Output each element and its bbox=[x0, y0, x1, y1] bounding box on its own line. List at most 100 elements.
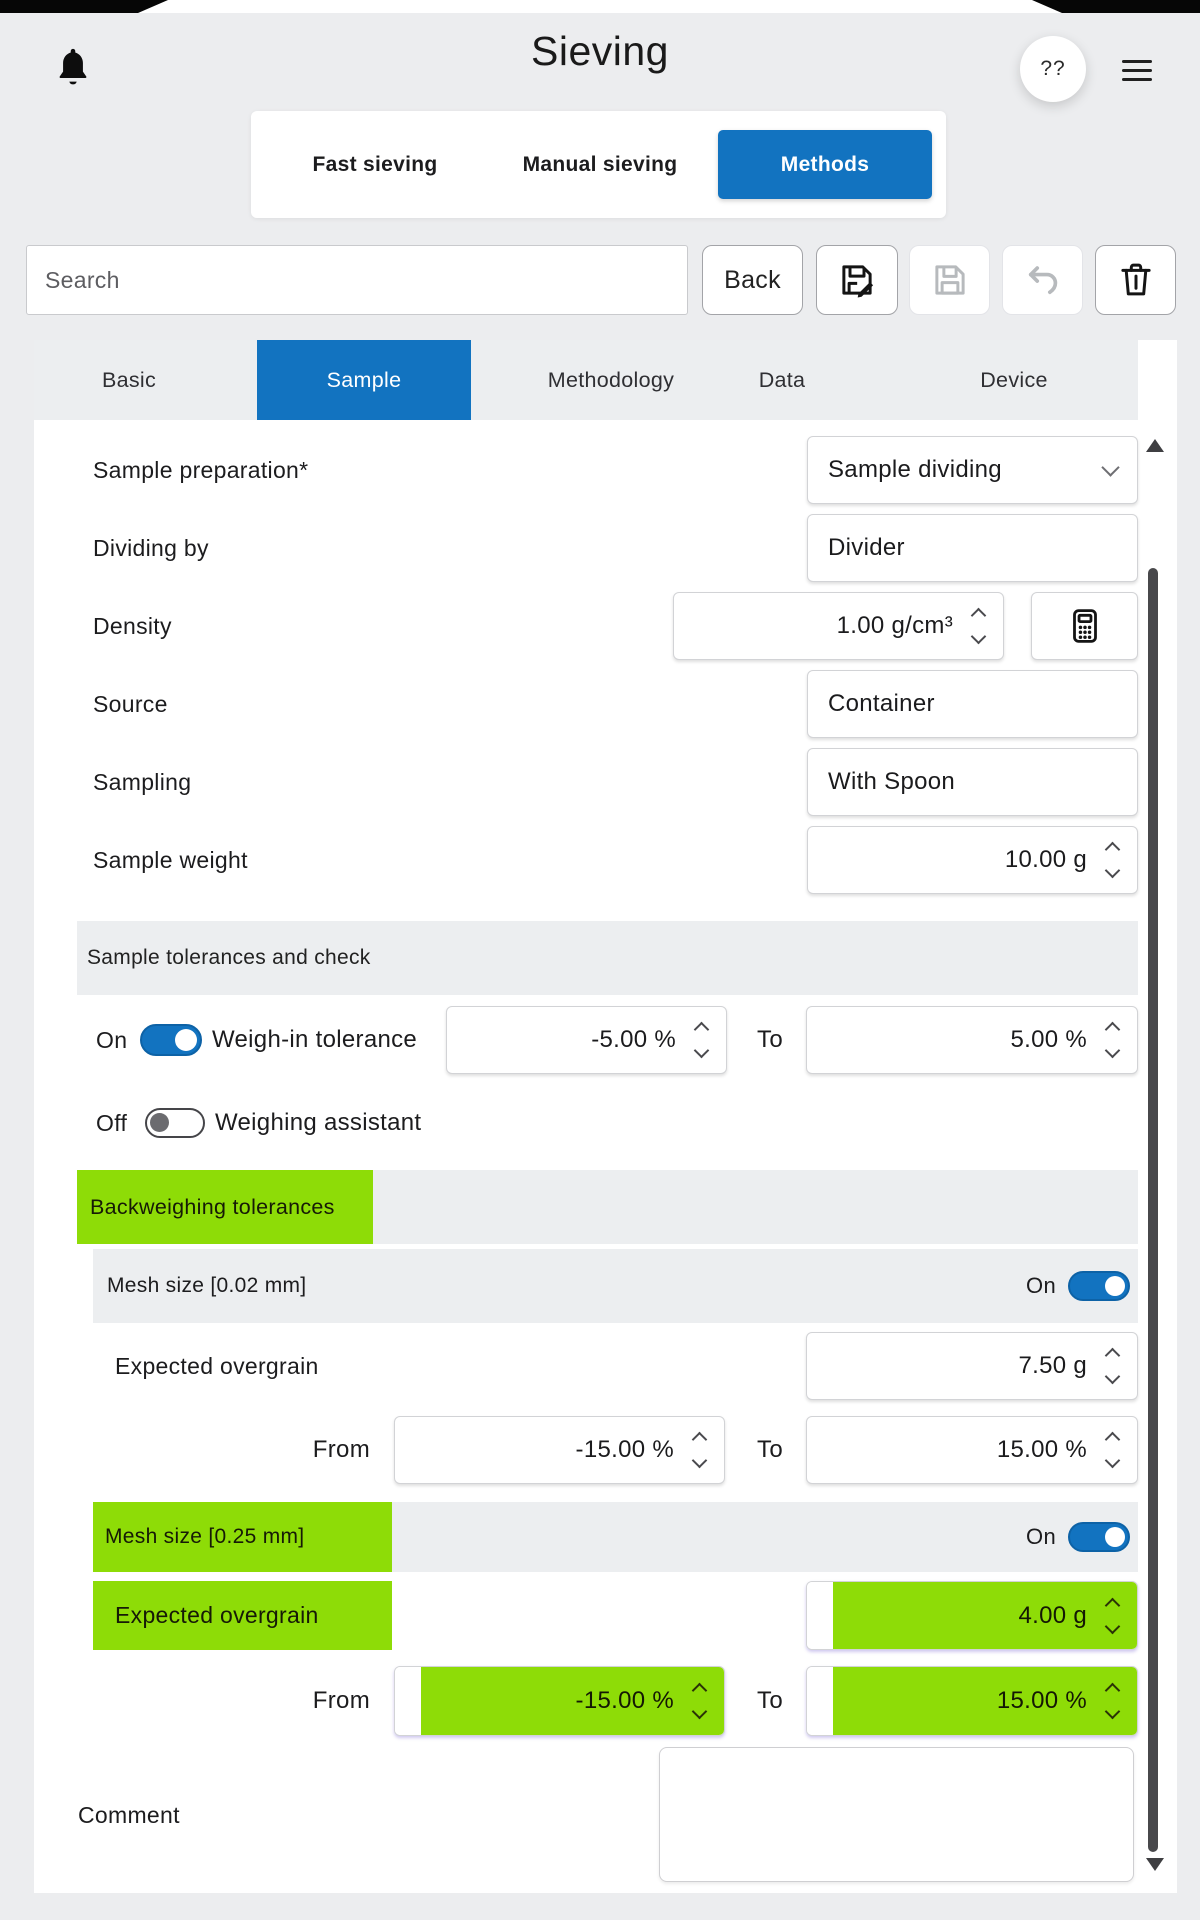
tab-device[interactable]: Device bbox=[934, 340, 1094, 420]
stepper-up-icon[interactable] bbox=[691, 1432, 707, 1448]
help-button[interactable]: ?? bbox=[1020, 36, 1086, 102]
stepper-down-icon[interactable] bbox=[691, 1704, 707, 1720]
toggle-knob bbox=[1105, 1527, 1125, 1547]
mesh2-from-label: From bbox=[214, 1666, 370, 1736]
stepper-up-icon[interactable] bbox=[1104, 1432, 1120, 1448]
toggle-knob bbox=[175, 1029, 197, 1051]
mesh1-label: Mesh size [0.02 mm] bbox=[107, 1274, 306, 1298]
sampling-select[interactable]: With Spoon bbox=[807, 748, 1138, 816]
tab-fast-sieving[interactable]: Fast sieving bbox=[295, 111, 455, 218]
sample-preparation-select[interactable]: Sample dividing bbox=[807, 436, 1138, 504]
weigh-in-from-value: -5.00 % bbox=[447, 1026, 682, 1054]
stepper-down-icon[interactable] bbox=[1104, 1043, 1120, 1059]
density-calculator-button[interactable] bbox=[1031, 592, 1138, 660]
source-value: Container bbox=[808, 690, 1137, 718]
sample-tolerances-section-header: Sample tolerances and check bbox=[77, 921, 1138, 995]
tab-data[interactable]: Data bbox=[722, 340, 842, 420]
comment-input[interactable] bbox=[659, 1747, 1134, 1882]
mesh1-to-input[interactable]: 15.00 % bbox=[806, 1416, 1138, 1484]
stepper-up-icon[interactable] bbox=[970, 608, 986, 624]
density-input[interactable]: 1.00 g/cm³ bbox=[673, 592, 1004, 660]
scroll-up-icon[interactable] bbox=[1146, 439, 1164, 452]
tab-basic[interactable]: Basic bbox=[69, 340, 189, 420]
mesh1-state-label: On bbox=[1026, 1273, 1056, 1299]
mesh2-overgrain-value: 4.00 g bbox=[833, 1602, 1093, 1630]
stepper-down-icon[interactable] bbox=[970, 629, 986, 645]
stepper-up-icon[interactable] bbox=[1104, 842, 1120, 858]
main-tab-bar: Fast sieving Manual sieving Methods bbox=[251, 111, 946, 218]
field-white-strip bbox=[807, 1667, 833, 1735]
mesh2-to-input[interactable]: 15.00 % bbox=[806, 1666, 1138, 1736]
mesh2-state-label: On bbox=[1026, 1524, 1056, 1550]
mesh1-to-stepper[interactable] bbox=[1093, 1434, 1137, 1466]
weigh-in-to-stepper[interactable] bbox=[1093, 1024, 1137, 1056]
scrollbar-thumb[interactable] bbox=[1148, 568, 1158, 1852]
mesh1-overgrain-value: 7.50 g bbox=[807, 1352, 1093, 1380]
tab-methodology[interactable]: Methodology bbox=[521, 340, 701, 420]
weigh-in-tolerance-toggle[interactable] bbox=[140, 1024, 202, 1056]
source-label: Source bbox=[93, 670, 168, 738]
weighing-assistant-toggle[interactable] bbox=[145, 1108, 205, 1138]
stepper-up-icon[interactable] bbox=[693, 1022, 709, 1038]
sample-weight-input[interactable]: 10.00 g bbox=[807, 826, 1138, 894]
mesh1-overgrain-stepper[interactable] bbox=[1093, 1350, 1137, 1382]
stepper-down-icon[interactable] bbox=[1104, 863, 1120, 879]
weigh-in-to-input[interactable]: 5.00 % bbox=[806, 1006, 1138, 1074]
stepper-up-icon[interactable] bbox=[691, 1683, 707, 1699]
sampling-label: Sampling bbox=[93, 748, 191, 816]
mesh2-toggle[interactable] bbox=[1068, 1522, 1130, 1552]
mesh2-to-stepper[interactable] bbox=[1093, 1685, 1137, 1717]
save-edit-icon bbox=[836, 259, 878, 301]
method-editor-panel: Basic Sample Methodology Data Device Sam… bbox=[34, 340, 1177, 1893]
sample-weight-label: Sample weight bbox=[93, 826, 248, 894]
stepper-up-icon[interactable] bbox=[1104, 1348, 1120, 1364]
sample-preparation-value: Sample dividing bbox=[808, 456, 1104, 484]
weighing-assistant-label: Weighing assistant bbox=[215, 1089, 421, 1157]
stepper-up-icon[interactable] bbox=[1104, 1597, 1120, 1613]
stepper-down-icon[interactable] bbox=[1104, 1369, 1120, 1385]
search-input[interactable] bbox=[26, 245, 688, 315]
sub-tab-bar: Basic Sample Methodology Data Device bbox=[34, 340, 1138, 420]
mesh1-from-label: From bbox=[214, 1416, 370, 1484]
chevron-down-icon bbox=[1101, 458, 1119, 476]
mesh1-from-input[interactable]: -15.00 % bbox=[394, 1416, 725, 1484]
stepper-down-icon[interactable] bbox=[1104, 1453, 1120, 1469]
mesh2-from-stepper[interactable] bbox=[680, 1685, 724, 1717]
stepper-down-icon[interactable] bbox=[1104, 1618, 1120, 1634]
mesh2-overgrain-input[interactable]: 4.00 g bbox=[806, 1581, 1138, 1650]
weigh-in-to-value: 5.00 % bbox=[807, 1026, 1093, 1054]
stepper-up-icon[interactable] bbox=[1104, 1683, 1120, 1699]
density-stepper[interactable] bbox=[959, 610, 1003, 642]
hamburger-menu-icon[interactable] bbox=[1122, 60, 1152, 81]
dividing-by-select[interactable]: Divider bbox=[807, 514, 1138, 582]
source-select[interactable]: Container bbox=[807, 670, 1138, 738]
backweighing-section-header: Backweighing tolerances bbox=[77, 1170, 1138, 1244]
stepper-up-icon[interactable] bbox=[1104, 1022, 1120, 1038]
app-window: Sieving ?? Fast sieving Manual sieving M… bbox=[0, 0, 1200, 1920]
tab-manual-sieving[interactable]: Manual sieving bbox=[520, 111, 680, 218]
mesh1-overgrain-label: Expected overgrain bbox=[115, 1332, 319, 1400]
tab-sample[interactable]: Sample bbox=[257, 340, 471, 420]
stepper-down-icon[interactable] bbox=[1104, 1704, 1120, 1720]
weigh-in-tolerance-label: Weigh-in tolerance bbox=[212, 1006, 417, 1074]
mesh2-overgrain-stepper[interactable] bbox=[1093, 1600, 1137, 1632]
scroll-down-icon[interactable] bbox=[1146, 1858, 1164, 1871]
mesh1-row: Mesh size [0.02 mm] On bbox=[93, 1249, 1138, 1323]
mesh2-to-label: To bbox=[748, 1666, 792, 1736]
comment-label: Comment bbox=[78, 1780, 180, 1850]
tab-methods[interactable]: Methods bbox=[718, 130, 932, 199]
delete-button[interactable] bbox=[1095, 245, 1176, 315]
mesh1-toggle[interactable] bbox=[1068, 1271, 1130, 1301]
weigh-in-from-stepper[interactable] bbox=[682, 1024, 726, 1056]
mesh1-from-stepper[interactable] bbox=[680, 1434, 724, 1466]
stepper-down-icon[interactable] bbox=[691, 1453, 707, 1469]
back-button[interactable]: Back bbox=[702, 245, 803, 315]
mesh2-from-input[interactable]: -15.00 % bbox=[394, 1666, 725, 1736]
save-button[interactable] bbox=[909, 245, 990, 315]
weigh-in-from-input[interactable]: -5.00 % bbox=[446, 1006, 727, 1074]
stepper-down-icon[interactable] bbox=[693, 1043, 709, 1059]
save-as-button[interactable] bbox=[816, 245, 898, 315]
sample-weight-stepper[interactable] bbox=[1093, 844, 1137, 876]
mesh1-overgrain-input[interactable]: 7.50 g bbox=[806, 1332, 1138, 1400]
undo-button[interactable] bbox=[1002, 245, 1083, 315]
